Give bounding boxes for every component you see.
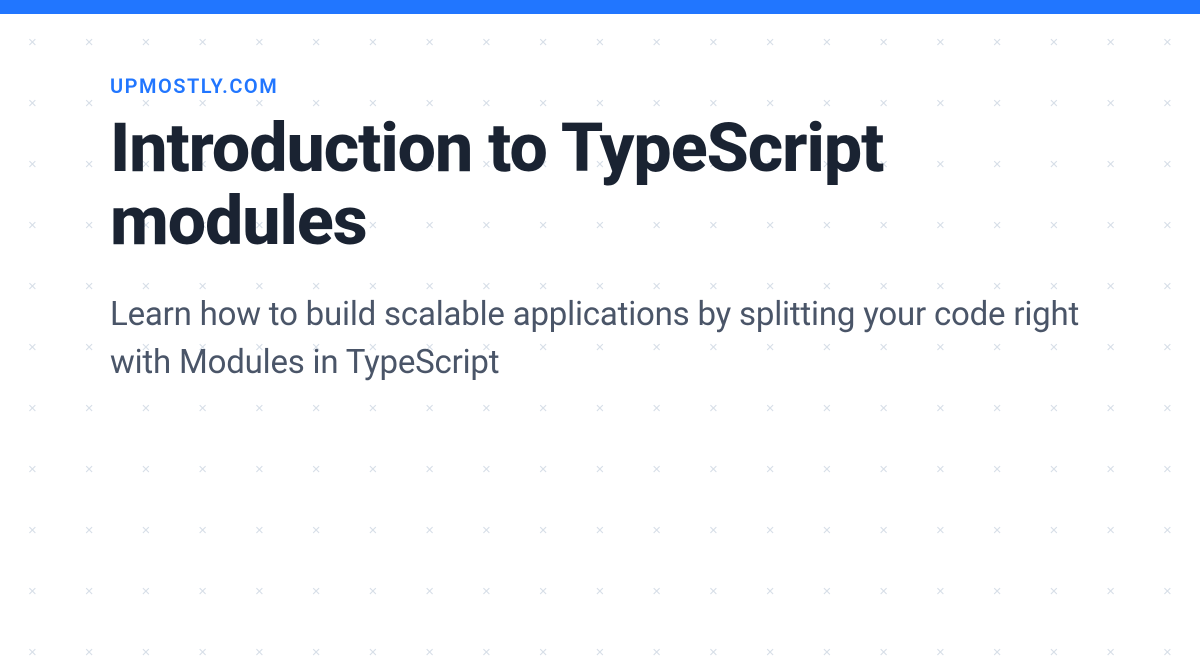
site-name: UPMOSTLY.COM — [110, 74, 1090, 98]
content-area: UPMOSTLY.COM Introduction to TypeScript … — [0, 14, 1200, 387]
article-title: Introduction to TypeScript modules — [110, 112, 1090, 259]
article-description: Learn how to build scalable applications… — [110, 291, 1090, 387]
top-accent-bar — [0, 0, 1200, 14]
